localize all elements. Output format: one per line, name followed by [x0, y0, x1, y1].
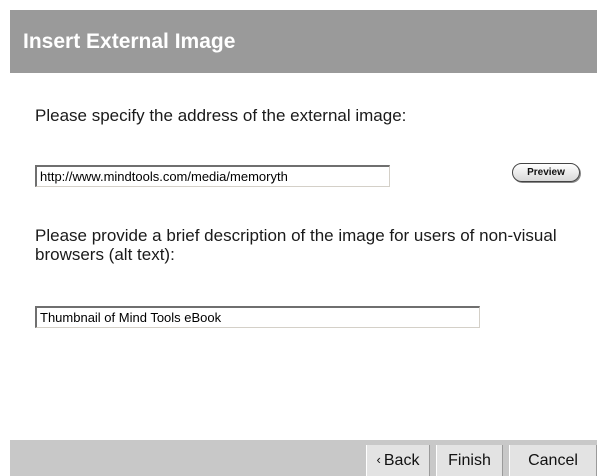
finish-button[interactable]: Finish	[436, 445, 503, 476]
url-prompt: Please specify the address of the extern…	[35, 106, 407, 125]
dialog-title: Insert External Image	[23, 29, 236, 53]
preview-button-label: Preview	[527, 167, 565, 178]
chevron-left-icon: ‹	[376, 452, 381, 467]
cancel-button[interactable]: Cancel	[509, 445, 597, 476]
preview-button[interactable]: Preview	[512, 163, 580, 182]
back-button[interactable]: ‹ Back	[366, 445, 430, 476]
cancel-button-label: Cancel	[528, 451, 578, 469]
back-button-label: Back	[383, 451, 420, 469]
image-url-input[interactable]	[35, 165, 390, 187]
alt-text-prompt: Please provide a brief description of th…	[35, 226, 557, 264]
alt-text-input[interactable]	[35, 306, 480, 328]
finish-button-label: Finish	[448, 451, 491, 469]
dialog-title-bar: Insert External Image	[10, 10, 597, 73]
